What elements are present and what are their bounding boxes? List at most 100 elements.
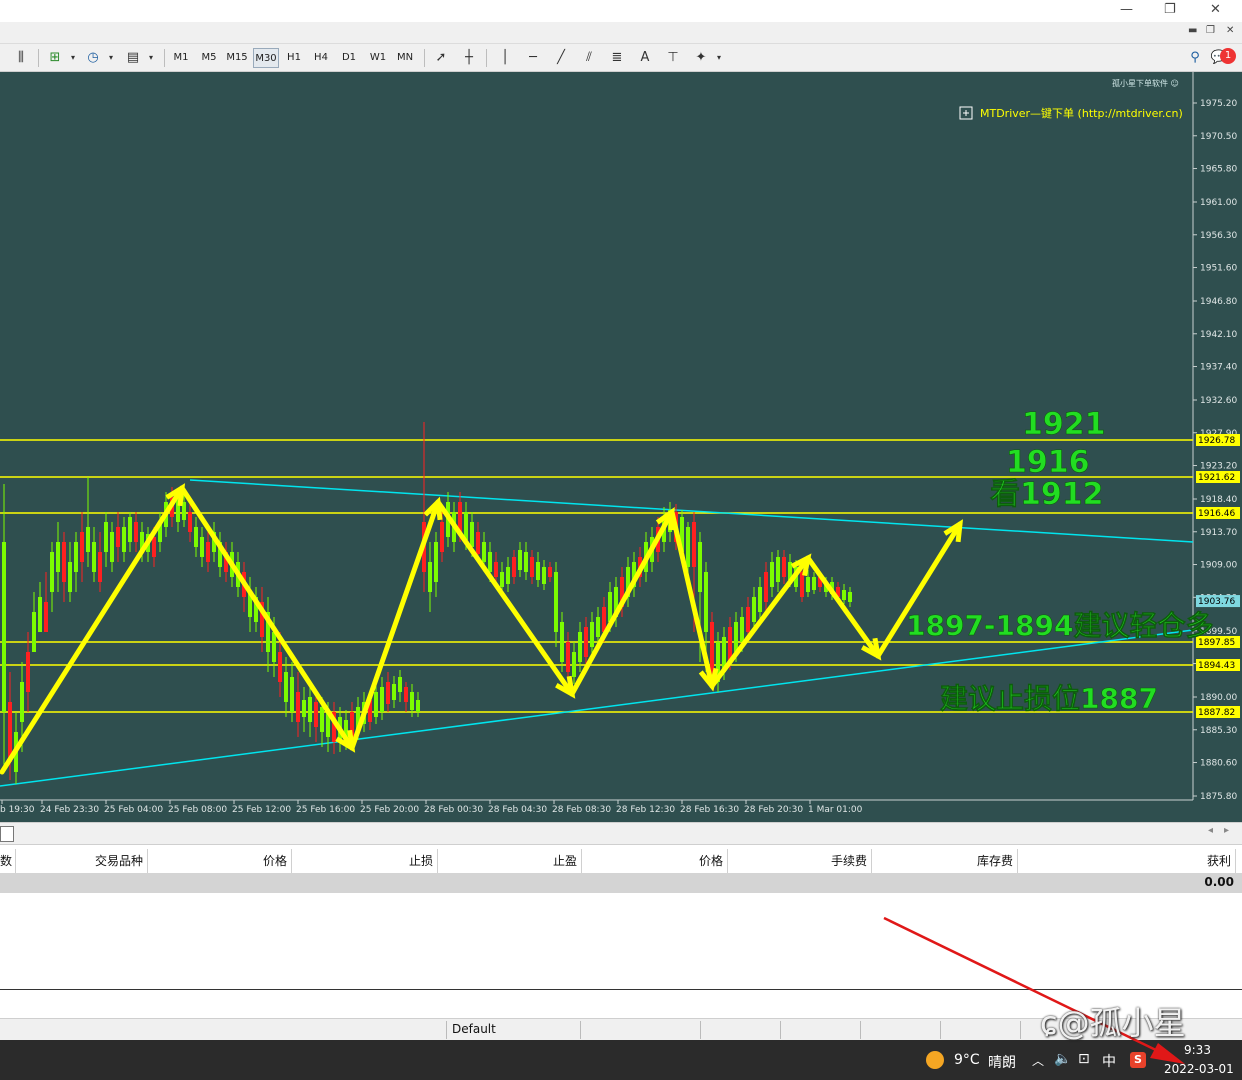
candle-body [494,562,498,577]
price-label: 1875.80 [1200,792,1237,802]
level-price-text: 1903.76 [1198,597,1235,607]
trendline-icon[interactable]: ╱ [550,48,572,68]
candle-body [86,527,90,552]
candle-body [746,607,750,632]
candle-body [584,627,588,657]
window-titlebar: — ❐ ✕ [0,0,1242,22]
chart-minimize-button[interactable]: ▬ [1188,25,1197,36]
chart-shift-icon[interactable]: ⫼ [10,48,32,68]
column-header[interactable]: 库存费 [872,849,1018,873]
column-header[interactable]: 价格 [582,849,728,873]
dropdown-icon[interactable]: ▾ [708,48,730,68]
candle-body [2,542,6,712]
timeframe-d1-button[interactable]: D1 [336,48,362,68]
windows-taskbar: 9°C 晴朗 ︿ 🔈 ⊡ 中 S 9:33 2022-03-01 [0,1040,1242,1080]
plugin-label: MTDriver—键下单 (http://mtdriver.cn) [980,106,1183,120]
time-label: 25 Feb 20:00 [360,805,419,815]
candle-body [134,522,138,542]
weather-temp[interactable]: 9°C [954,1052,980,1068]
candle-body [320,707,324,732]
price-label: 1913.70 [1200,528,1237,538]
price-label: 1946.80 [1200,297,1237,307]
crosshair-icon[interactable]: ┼ [458,48,480,68]
level-price-text: 1887.82 [1198,708,1235,718]
candle-body [98,552,102,582]
candle-body [398,677,402,692]
candle-body [710,622,714,672]
timeframe-m30-button[interactable]: M30 [253,48,279,68]
timeframe-m5-button[interactable]: M5 [196,48,222,68]
candle-body [770,562,774,587]
candle-body [392,684,396,700]
candle-body [554,572,558,632]
chart-restore-button[interactable]: ❐ [1206,25,1215,36]
cursor-icon[interactable]: ➚ [430,48,452,68]
profile-name[interactable]: Default [452,1022,496,1036]
candle-body [800,572,804,597]
column-header[interactable]: 价格 [148,849,292,873]
candle-body [272,632,276,662]
price-label: 1909.00 [1200,561,1237,571]
candle-body [848,592,852,602]
candle-body [812,577,816,590]
column-header[interactable]: 手续费 [728,849,872,873]
search-icon[interactable]: ⚲ [1184,48,1206,68]
text-label-icon[interactable]: ⊤ [662,48,684,68]
chart-close-button[interactable]: ✕ [1226,25,1234,36]
column-header[interactable]: 止损 [292,849,438,873]
network-icon[interactable]: ⊡ [1078,1051,1090,1067]
timeframe-h1-button[interactable]: H1 [281,48,307,68]
sogou-ime-icon[interactable]: S [1130,1052,1146,1068]
dropdown-icon[interactable]: ▾ [62,48,84,68]
timeframe-h4-button[interactable]: H4 [308,48,334,68]
timeframe-w1-button[interactable]: W1 [365,48,391,68]
dropdown-icon[interactable]: ▾ [140,48,162,68]
clock-date[interactable]: 2022-03-01 [1164,1062,1234,1076]
level-price-text: 1921.62 [1198,473,1235,483]
candle-body [116,527,120,547]
timeframe-m1-button[interactable]: M1 [168,48,194,68]
column-header[interactable]: 数 [0,849,16,873]
candle-body [698,542,702,592]
price-label: 1942.10 [1200,330,1237,340]
weather-text[interactable]: 晴朗 [988,1052,1016,1072]
tray-expand-icon[interactable]: ︿ [1032,1052,1044,1069]
candle-body [374,692,378,717]
column-header[interactable]: 止盈 [438,849,582,873]
candle-body [560,622,564,662]
chart-tab[interactable] [0,826,14,842]
timeframe-m15-button[interactable]: M15 [224,48,250,68]
column-header[interactable]: 获利 [1018,849,1236,873]
scroll-left-icon[interactable]: ◂ [1208,825,1213,836]
candle-body [296,692,300,722]
chart-canvas[interactable]: 1975.20 1970.50 1965.80 1961.00 1956.30 1951.… [0,72,1242,822]
weather-sun-icon[interactable] [926,1051,944,1069]
annotation-buy-zone: 1897-1894建议轻仓多 [906,609,1213,642]
scroll-right-icon[interactable]: ▸ [1224,825,1229,836]
candle-body [842,590,846,600]
text-icon[interactable]: A [634,48,656,68]
equidistant-channel-icon[interactable]: ⫽ [578,48,600,68]
candle-body [314,702,318,727]
vertical-line-icon[interactable]: │ [494,48,516,68]
timeframe-mn-button[interactable]: MN [392,48,418,68]
minimize-button[interactable]: — [1120,2,1133,17]
candle-body [572,652,576,677]
ime-indicator[interactable]: 中 [1102,1051,1116,1071]
candle-body [440,522,444,552]
restore-button[interactable]: ❐ [1164,2,1176,17]
dropdown-icon[interactable]: ▾ [100,48,122,68]
volume-icon[interactable]: 🔈 [1054,1051,1071,1067]
candle-body [506,567,510,584]
price-chart[interactable]: 1975.20 1970.50 1965.80 1961.00 1956.30 1951.… [0,72,1242,822]
fibonacci-icon[interactable]: ≣ [606,48,628,68]
candle-body [530,557,534,577]
column-header[interactable]: 交易品种 [16,849,148,873]
candle-body [782,557,786,577]
candle-body [596,617,600,637]
horizontal-line-icon[interactable]: ─ [522,48,544,68]
clock-time[interactable]: 9:33 [1184,1043,1211,1057]
candle-body [38,597,42,632]
price-label: 1961.00 [1200,198,1237,208]
close-button[interactable]: ✕ [1210,2,1221,17]
